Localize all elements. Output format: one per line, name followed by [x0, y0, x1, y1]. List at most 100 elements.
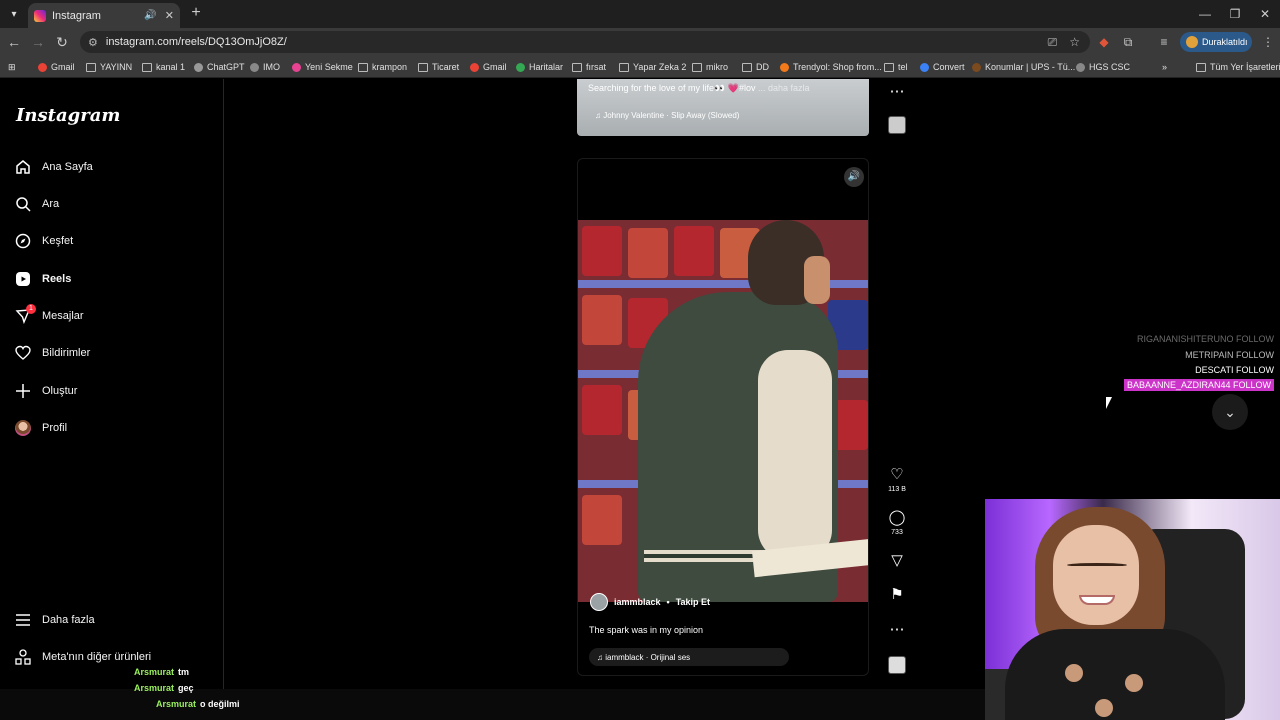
site-settings-icon[interactable]: ⚙ — [88, 36, 98, 49]
bookmark-label: HGS CSC — [1089, 62, 1131, 72]
bookmark-item[interactable]: Ticaret — [418, 60, 459, 74]
bookmark-label: DD — [756, 62, 769, 72]
bookmark-item[interactable]: krampon — [358, 60, 407, 74]
url-input[interactable]: ⚙ instagram.com/reels/DQ13OmJjO8Z/ ⎚ ☆ — [80, 31, 1090, 53]
reload-icon[interactable]: ↻ — [52, 32, 72, 52]
reel-audio[interactable]: ♫ iammblack · Orijinal ses — [589, 648, 789, 666]
video-frame-element — [582, 295, 622, 345]
profile-paused-button[interactable]: Duraklatıldı — [1180, 32, 1252, 52]
media-control-icon[interactable]: ≡ — [1154, 32, 1174, 52]
chevron-down-icon[interactable]: ⌄ — [1212, 394, 1248, 430]
extension-icon[interactable]: ◆ — [1094, 32, 1114, 52]
instagram-logo[interactable]: Instagram — [16, 105, 120, 126]
folder-icon — [619, 62, 629, 72]
bookmark-item[interactable]: HGS CSC — [1076, 60, 1130, 74]
extensions-puzzle-icon[interactable]: ⧉ — [1118, 32, 1138, 52]
sidebar-item-create[interactable]: Oluştur — [14, 379, 77, 403]
folder-icon — [742, 62, 752, 72]
browser-tab[interactable]: Instagram 🔊 ✕ — [28, 3, 180, 28]
author-username[interactable]: iammblack — [614, 597, 661, 607]
volume-icon[interactable]: 🔊 — [844, 167, 864, 187]
sidebar-item-reels[interactable]: Reels — [14, 267, 71, 291]
all-bookmarks[interactable]: Tüm Yer İşaretleri — [1196, 60, 1280, 74]
minimize-icon[interactable]: — — [1190, 4, 1220, 24]
follower-alert: RIGANANISHITERUNO FOLLOW — [1136, 334, 1274, 344]
install-app-icon[interactable]: ⎚ — [1048, 35, 1058, 50]
bookmark-item[interactable]: Trendyol: Shop from... — [780, 60, 882, 74]
sidebar-item-more[interactable]: Daha fazla — [14, 608, 95, 632]
video-frame-element — [628, 228, 668, 278]
sidebar-item-notifications[interactable]: Bildirimler — [14, 341, 90, 365]
share-button[interactable]: ▽ — [885, 552, 909, 570]
sidebar-item-label: Ana Sayfa — [42, 161, 93, 173]
close-tab-icon[interactable]: ✕ — [165, 9, 174, 22]
audio-thumbnail[interactable] — [888, 656, 906, 674]
bookmark-item[interactable]: Yapar Zeka 2 — [619, 60, 686, 74]
reel-card[interactable]: 🔊 iammblack • Takip Et The spark was in … — [577, 158, 869, 676]
chatgpt-icon — [194, 62, 203, 72]
video-frame-element — [582, 385, 622, 435]
save-button[interactable]: ⚑ — [885, 586, 909, 604]
folder-icon — [358, 62, 368, 72]
bookmark-item[interactable]: Yeni Sekme — [292, 60, 353, 74]
new-tab-button[interactable]: + — [186, 3, 206, 23]
close-window-icon[interactable]: ✕ — [1250, 4, 1280, 24]
meta-apps-icon — [14, 648, 32, 666]
address-bar-row: ← → ↻ ⚙ instagram.com/reels/DQ13OmJjO8Z/… — [0, 28, 1280, 56]
webcam-element — [1067, 563, 1127, 567]
prev-audio-thumbnail[interactable] — [888, 116, 906, 134]
sidebar-item-home[interactable]: Ana Sayfa — [14, 155, 93, 179]
maximize-icon[interactable]: ❐ — [1220, 4, 1250, 24]
bookmark-item[interactable]: kanal 1 — [142, 60, 185, 74]
bookmark-star-icon[interactable]: ☆ — [1069, 35, 1080, 50]
sidebar-item-messages[interactable]: 1 Mesajlar — [14, 304, 84, 328]
prev-more-options-icon[interactable]: ⋯ — [885, 83, 909, 101]
bookmark-item[interactable]: mikro — [692, 60, 728, 74]
reel-caption[interactable]: The spark was in my opinion — [589, 625, 703, 635]
folder-icon — [1196, 62, 1206, 72]
bookmark-item[interactable]: Konumlar | UPS - Tü... — [972, 60, 1075, 74]
chat-username: Arsmurat — [134, 667, 175, 677]
like-button[interactable]: ♡ 113 B — [885, 466, 909, 493]
tab-search-icon[interactable]: ▾ — [4, 4, 24, 24]
avatar[interactable] — [590, 593, 608, 611]
bookmark-label: Haritalar — [529, 62, 564, 72]
reels-icon — [14, 270, 32, 288]
speaker-icon[interactable]: 🔊 — [144, 10, 156, 21]
follower-alert: BABAANNE_AZDIRAN44 FOLLOW — [1123, 379, 1274, 391]
bookmark-item[interactable]: YAYINN — [86, 60, 132, 74]
bookmark-item[interactable]: Convert — [920, 60, 965, 74]
more-link[interactable]: ... daha fazla — [755, 83, 810, 93]
bookmark-item[interactable]: Haritalar — [516, 60, 563, 74]
back-arrow-icon[interactable]: ← — [4, 32, 24, 52]
previous-reel-audio[interactable]: ♫ Johnny Valentine · Slip Away (Slowed) — [595, 111, 739, 120]
forward-arrow-icon[interactable]: → — [28, 32, 48, 52]
notification-badge: 1 — [26, 304, 36, 314]
bookmark-item[interactable]: IMO — [250, 60, 280, 74]
bookmark-label: kanal 1 — [156, 62, 186, 72]
sidebar-item-explore[interactable]: Keşfet — [14, 229, 73, 253]
sidebar-item-profile[interactable]: Profil — [14, 416, 67, 440]
previous-reel[interactable]: Searching for the love of my life👀 💗#lov… — [577, 79, 869, 136]
kebab-menu-icon[interactable]: ⋮ — [1258, 32, 1278, 52]
comment-button[interactable]: ◯ 733 — [885, 509, 909, 536]
apps-grid-icon[interactable]: ⊞ — [8, 60, 16, 74]
sidebar-item-search[interactable]: Ara — [14, 192, 59, 216]
more-options-icon[interactable]: ⋯ — [885, 621, 909, 639]
maps-icon — [516, 62, 525, 72]
bookmark-item[interactable]: DD — [742, 60, 769, 74]
reel-video[interactable] — [578, 220, 868, 602]
bookmark-item[interactable]: Gmail — [38, 60, 75, 74]
follow-button[interactable]: Takip Et — [676, 597, 710, 607]
bookmark-label: fırsat — [586, 62, 607, 72]
bookmark-item[interactable]: Gmail — [470, 60, 507, 74]
sidebar-item-meta[interactable]: Meta'nın diğer ürünleri — [14, 645, 151, 669]
bookmark-item[interactable]: tel — [884, 60, 908, 74]
chat-username: Arsmurat — [134, 683, 175, 693]
bookmark-item[interactable]: ChatGPT — [194, 60, 245, 74]
heart-icon — [14, 344, 32, 362]
bookmark-item[interactable]: fırsat — [572, 60, 606, 74]
bookmarks-overflow-icon[interactable]: » — [1162, 60, 1167, 74]
plus-icon — [14, 382, 32, 400]
profile-status-label: Duraklatıldı — [1202, 37, 1248, 47]
